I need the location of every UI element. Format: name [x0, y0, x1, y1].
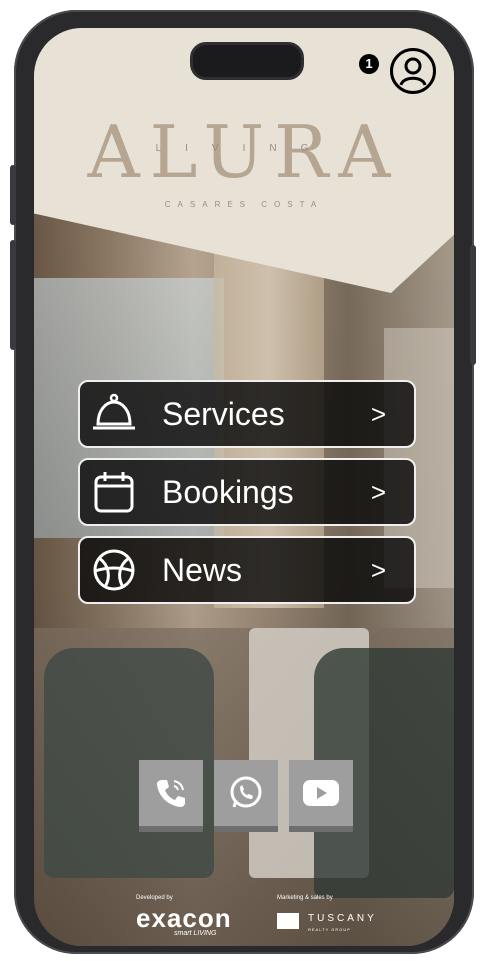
menu-label-services: Services — [162, 395, 285, 432]
exacon-tagline: smart LIVING — [174, 930, 217, 937]
user-icon — [399, 57, 427, 86]
main-menu: Services > Bookings > News > — [78, 380, 416, 614]
side-button-left-1 — [10, 165, 16, 225]
dynamic-island — [190, 42, 304, 80]
tuscany-logo: TUSCANY — [308, 913, 377, 924]
brand-location: CASARES COSTA — [164, 200, 324, 209]
youtube-button[interactable] — [289, 760, 353, 826]
bell-icon — [88, 388, 140, 440]
basketball-icon — [88, 544, 140, 596]
side-button-left-2 — [10, 240, 16, 350]
developed-by-label: Developed by — [136, 895, 173, 901]
menu-item-news[interactable]: News > — [78, 536, 416, 604]
menu-label-news: News — [162, 551, 243, 588]
app-screen: ALURA LIVING CASARES COSTA 1 Services > — [34, 28, 454, 946]
whatsapp-icon — [230, 776, 262, 808]
side-button-right — [470, 245, 476, 365]
phone-call-button[interactable] — [139, 760, 203, 826]
profile-button[interactable] — [390, 48, 436, 94]
calendar-icon — [88, 466, 140, 518]
whatsapp-button[interactable] — [214, 760, 278, 826]
menu-item-services[interactable]: Services > — [78, 380, 416, 448]
marketing-by-label: Marketing & sales by — [277, 895, 333, 901]
chevron-right-icon: > — [370, 554, 386, 585]
menu-label-bookings: Bookings — [162, 473, 294, 510]
phone-icon — [157, 780, 185, 807]
chevron-right-icon: > — [370, 398, 386, 429]
brand-subtitle: LIVING — [155, 143, 333, 154]
menu-item-bookings[interactable]: Bookings > — [78, 458, 416, 526]
youtube-icon — [303, 780, 339, 806]
chevron-right-icon: > — [370, 476, 386, 507]
tuscany-tagline: REALTY GROUP — [308, 927, 351, 932]
tuscany-logo-mark — [277, 913, 299, 929]
notification-badge: 1 — [359, 54, 379, 74]
